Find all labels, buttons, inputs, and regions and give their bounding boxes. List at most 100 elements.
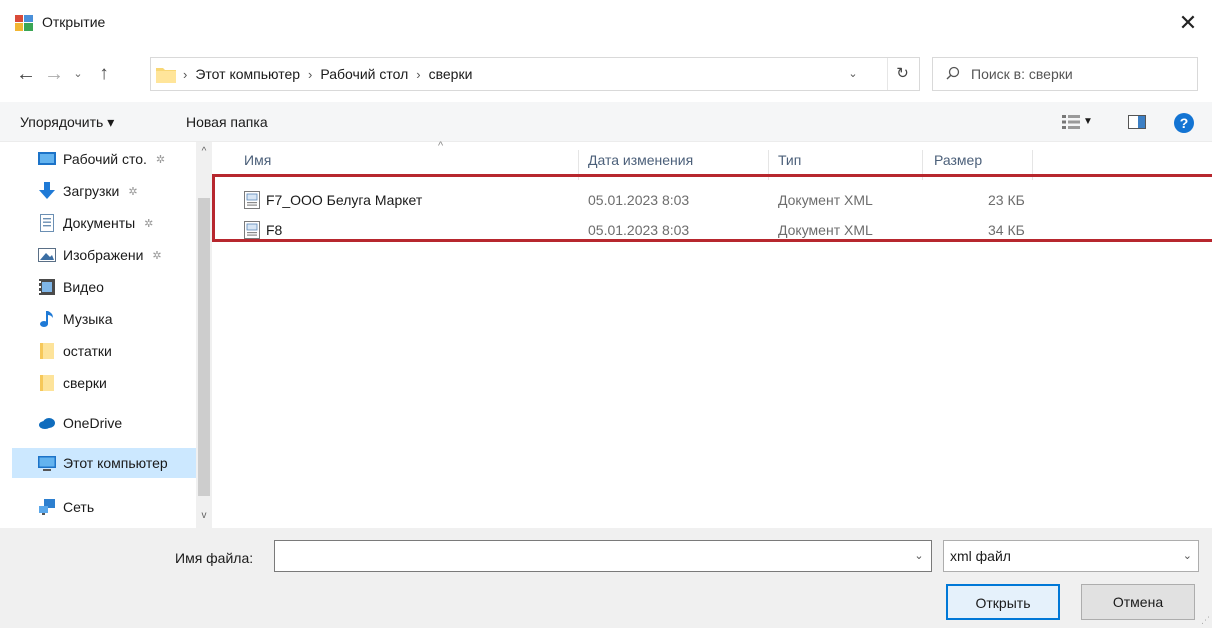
chevron-down-icon: ⌄: [1182, 550, 1192, 562]
sidebar-item-label: Музыка: [63, 311, 113, 327]
sidebar-item-onedrive[interactable]: OneDrive: [38, 408, 196, 438]
breadcrumb-desktop[interactable]: Рабочий стол: [320, 66, 408, 82]
image-icon: [38, 248, 56, 262]
sidebar-item-label: Загрузки: [63, 183, 120, 199]
view-options-icon[interactable]: [1062, 114, 1080, 130]
search-box[interactable]: [932, 57, 1198, 91]
file-name-cell: F8: [244, 218, 282, 242]
help-icon[interactable]: ?: [1174, 113, 1194, 133]
sidebar-item-label: Этот компьютер: [63, 455, 168, 471]
column-divider[interactable]: [1032, 150, 1033, 180]
sidebar-item-label: Видео: [63, 279, 104, 295]
filetype-select[interactable]: xml файл ⌄: [943, 540, 1199, 572]
navigation-pane: Рабочий сто. ✲ Загрузки ✲ Документы ✲ Из…: [0, 142, 212, 528]
preview-pane-icon[interactable]: [1128, 115, 1146, 129]
window-title: Открытие: [42, 14, 106, 30]
search-input[interactable]: [971, 59, 1191, 89]
address-bar[interactable]: › Этот компьютер › Рабочий стол › сверки…: [150, 57, 920, 91]
scrollbar-thumb[interactable]: [198, 198, 210, 496]
filename-input[interactable]: [274, 540, 932, 572]
column-header-label: Дата изменения: [588, 152, 694, 168]
cancel-button[interactable]: Отмена: [1081, 584, 1195, 620]
filename-label: Имя файла:: [175, 550, 254, 566]
sidebar-item-ostatki[interactable]: остатки: [38, 336, 196, 366]
view-dropdown-button[interactable]: ▼: [1083, 102, 1093, 142]
breadcrumb-separator: ›: [308, 66, 313, 82]
file-size: 34 КБ: [988, 222, 1025, 238]
filetype-value: xml файл: [950, 548, 1011, 564]
column-header-label: Имя: [244, 152, 272, 168]
column-header-date[interactable]: Дата изменения: [588, 142, 693, 178]
forward-button[interactable]: →: [42, 60, 66, 88]
recent-locations-button[interactable]: ⌄: [70, 60, 86, 88]
column-header-label: Тип: [778, 152, 802, 168]
open-button[interactable]: Открыть: [946, 584, 1060, 620]
file-date: 05.01.2023 8:03: [588, 192, 690, 208]
sidebar-item-downloads[interactable]: Загрузки ✲: [38, 176, 196, 206]
sidebar-item-desktop[interactable]: Рабочий сто. ✲: [38, 144, 196, 174]
scroll-down-arrow[interactable]: v: [196, 508, 212, 524]
network-icon: [39, 499, 55, 515]
sidebar-item-pictures[interactable]: Изображени ✲: [38, 240, 196, 270]
sidebar-item-label: OneDrive: [63, 415, 123, 431]
refresh-button[interactable]: ↻: [887, 58, 917, 90]
up-button[interactable]: ↑: [90, 60, 118, 88]
file-size: 23 КБ: [988, 192, 1025, 208]
breadcrumb-sverki[interactable]: сверки: [429, 66, 473, 82]
filename-history-dropdown[interactable]: ⌄: [908, 541, 930, 571]
new-folder-button[interactable]: Новая папка: [186, 102, 268, 142]
sidebar-item-video[interactable]: Видео: [38, 272, 196, 302]
sidebar-item-label: Изображени: [63, 247, 144, 263]
column-divider[interactable]: [922, 150, 923, 180]
sidebar-item-sverki[interactable]: сверки: [38, 368, 196, 398]
file-name-cell: F7_ООО Белуга Маркет: [244, 188, 422, 212]
download-icon: [39, 182, 55, 199]
folder-icon: [156, 68, 176, 83]
folder-icon: [40, 375, 54, 391]
pin-icon[interactable]: ✲: [144, 217, 153, 230]
sidebar-scrollbar[interactable]: ^ v: [196, 142, 212, 528]
column-divider[interactable]: [578, 150, 579, 180]
sidebar-item-label: Сеть: [63, 499, 95, 515]
computer-icon: [38, 456, 56, 471]
resize-grip-icon[interactable]: ⋰: [1201, 615, 1210, 626]
sidebar-item-documents[interactable]: Документы ✲: [38, 208, 196, 238]
file-type: Документ XML: [778, 192, 873, 208]
sidebar-item-network[interactable]: Сеть: [38, 492, 196, 522]
folder-icon: [40, 343, 54, 359]
sidebar-item-label: сверки: [63, 375, 107, 391]
search-icon: [946, 66, 960, 80]
back-button[interactable]: ←: [14, 60, 38, 88]
sidebar-item-label: остатки: [63, 343, 112, 359]
sidebar-item-this-pc[interactable]: Этот компьютер: [12, 448, 196, 478]
scroll-up-arrow[interactable]: ^: [196, 144, 212, 160]
breadcrumb-this-pc[interactable]: Этот компьютер: [195, 66, 300, 82]
file-row[interactable]: F8 05.01.2023 8:03 Документ XML 34 КБ: [236, 218, 1196, 242]
address-dropdown-button[interactable]: ⌄: [841, 58, 865, 90]
desktop-icon: [38, 152, 56, 165]
document-icon: [40, 214, 54, 232]
cloud-icon: [39, 418, 55, 429]
pin-icon[interactable]: ✲: [128, 185, 137, 198]
sidebar-item-music[interactable]: Музыка: [38, 304, 196, 334]
column-divider[interactable]: [768, 150, 769, 180]
command-toolbar: Упорядочить ▾ Новая папка ▼ ?: [0, 102, 1212, 142]
column-header-name[interactable]: Имя: [244, 142, 271, 178]
column-header-label: Размер: [934, 152, 983, 168]
file-row[interactable]: F7_ООО Белуга Маркет 05.01.2023 8:03 Док…: [236, 188, 1196, 212]
pin-icon[interactable]: ✲: [152, 249, 161, 262]
xml-file-icon: [244, 191, 260, 209]
close-button[interactable]: ✕: [1174, 9, 1202, 37]
window-app-icon: [15, 15, 33, 31]
sidebar-item-label: Рабочий сто.: [63, 151, 147, 167]
pin-icon[interactable]: ✲: [156, 153, 165, 166]
navigation-bar: ← → ⌄ ↑ › Этот компьютер › Рабочий стол …: [0, 46, 1212, 102]
organize-menu-button[interactable]: Упорядочить ▾: [20, 102, 114, 142]
file-name: F8: [266, 222, 283, 238]
column-header-type[interactable]: Тип: [778, 142, 801, 178]
xml-file-icon: [244, 221, 260, 239]
music-icon: [40, 311, 53, 327]
column-header-size[interactable]: Размер: [934, 142, 982, 178]
file-date: 05.01.2023 8:03: [588, 222, 690, 238]
file-list: Имя ^ Дата изменения Тип Размер F7_ООО Б…: [212, 140, 1212, 528]
